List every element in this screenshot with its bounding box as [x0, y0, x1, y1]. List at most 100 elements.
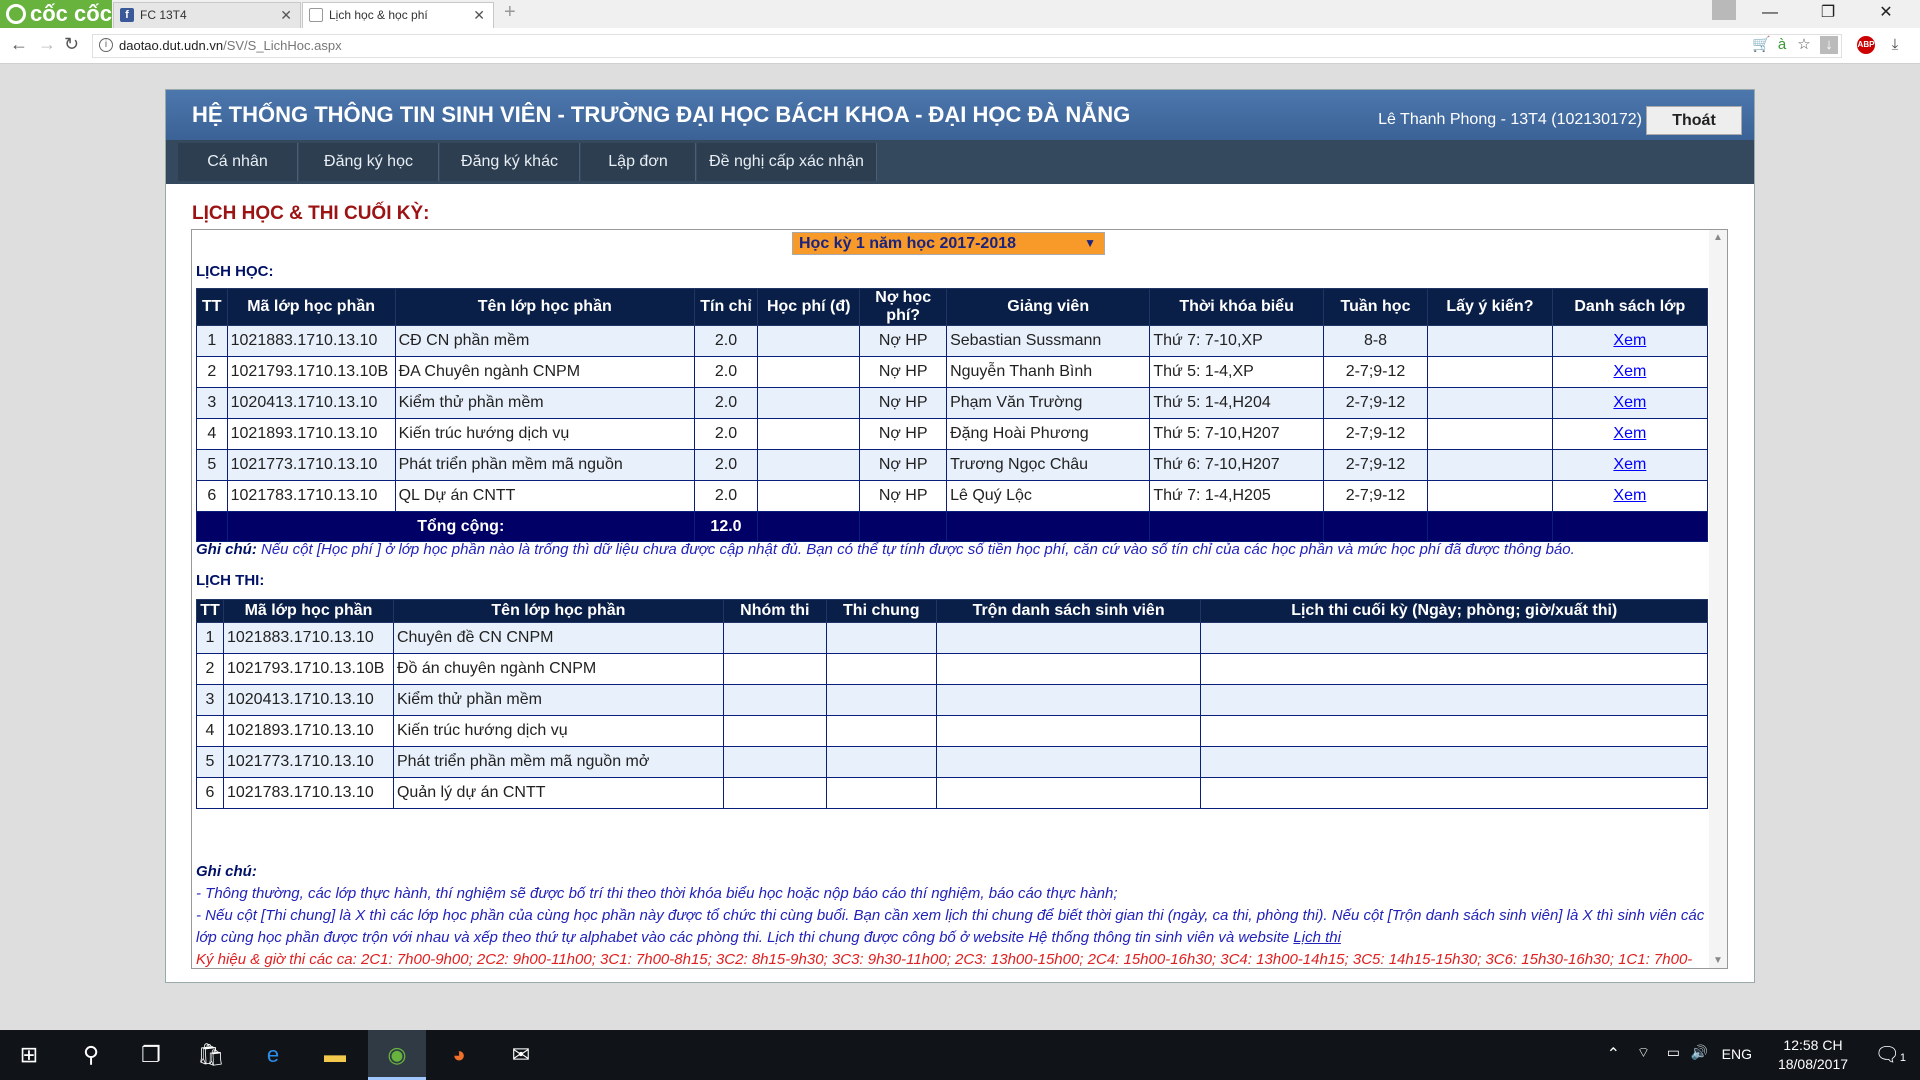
exam-table: TT Mã lớp học phần Tên lớp học phần Nhóm th… — [196, 599, 1708, 809]
logout-button[interactable]: Thoát — [1646, 106, 1742, 135]
semester-value: Học kỳ 1 năm học 2017-2018 — [799, 235, 1017, 252]
cell-merge — [935, 746, 1202, 778]
adblock-icon[interactable]: ABP — [1857, 36, 1875, 54]
volume-icon[interactable]: 🔊 — [1691, 1044, 1708, 1061]
cell-credits: 2.0 — [693, 325, 759, 357]
exam-schedule-link[interactable]: Lịch thi — [1293, 929, 1341, 946]
search-icon[interactable]: ⚲ — [62, 1030, 120, 1080]
notification-icon[interactable]: 🗨1 — [1874, 1042, 1906, 1067]
maximize-icon[interactable]: ❐ — [1806, 0, 1850, 28]
cell-group — [722, 653, 827, 685]
bookmark-star-icon[interactable]: ☆ — [1795, 36, 1813, 54]
cell-debt: Nợ HP — [859, 387, 948, 419]
cell-name: Phát triển phần mềm mã nguồn — [394, 449, 695, 481]
menu-lap-don[interactable]: Lập đơn — [581, 143, 696, 181]
back-icon[interactable]: ← — [10, 34, 28, 55]
cell-common — [825, 777, 937, 809]
cell-common — [825, 684, 937, 716]
close-tab-icon[interactable]: ✕ — [473, 3, 485, 27]
dropdown-arrow-icon: ▼ — [1084, 236, 1096, 250]
note-line-2: - Nếu cột [Thi chung] là X thì các lớp h… — [196, 905, 1711, 949]
coccoc-logo[interactable]: cốc cốc — [0, 0, 112, 28]
view-class-list-link[interactable]: Xem — [1613, 487, 1646, 504]
total-empty — [859, 511, 948, 542]
menu-dang-ky-hoc[interactable]: Đăng ký học — [299, 143, 439, 181]
close-window-icon[interactable]: ✕ — [1864, 0, 1908, 28]
coccoc-taskbar-icon[interactable]: ◉ — [368, 1030, 426, 1080]
task-view-icon[interactable]: ❐ — [122, 1030, 180, 1080]
store-icon[interactable]: 🛍 — [182, 1030, 240, 1080]
site-title: HỆ THỐNG THÔNG TIN SINH VIÊN - TRƯỜNG ĐẠ… — [192, 102, 1131, 127]
cell-feedback — [1427, 449, 1553, 481]
coc-coc-dictionary-icon[interactable]: à — [1773, 36, 1791, 54]
cell-weeks: 2-7;9-12 — [1322, 449, 1429, 481]
cell-list: Xem — [1551, 418, 1709, 450]
semester-select[interactable]: Học kỳ 1 năm học 2017-2018 ▼ — [792, 232, 1105, 255]
view-class-list-link[interactable]: Xem — [1613, 425, 1646, 442]
view-class-list-link[interactable]: Xem — [1613, 332, 1646, 349]
show-hidden-icons-icon[interactable]: ⌃ — [1607, 1044, 1620, 1064]
file-explorer-icon[interactable]: ▬ — [306, 1030, 364, 1080]
clock-date: 18/08/2017 — [1777, 1056, 1849, 1072]
reload-icon[interactable]: ↻ — [64, 34, 79, 55]
menu-ca-nhan[interactable]: Cá nhân — [178, 143, 298, 181]
cell-group — [722, 684, 827, 716]
clock[interactable]: 12:58 CH 18/08/2017 — [1768, 1036, 1858, 1074]
table-row: 1 1021883.1710.13.10 Chuyên đề CN CNPM — [196, 622, 1708, 654]
address-bar[interactable]: i daotao.dut.udn.vn/SV/S_LichHoc.aspx — [92, 34, 1842, 58]
note-line-2-text: - Nếu cột [Thi chung] là X thì các lớp h… — [196, 907, 1705, 946]
cell-name: Quản lý dự án CNTT — [392, 777, 724, 809]
cell-name: Đồ án chuyên ngành CNPM — [392, 653, 724, 685]
cell-name: Kiến trúc hướng dịch vụ — [392, 715, 724, 747]
cell-lecturer: Lê Quý Lộc — [946, 480, 1151, 512]
minimize-icon[interactable]: — — [1748, 0, 1792, 28]
cell-schedule — [1200, 715, 1708, 747]
forward-icon[interactable]: → — [38, 34, 56, 55]
new-tab-button[interactable]: + — [504, 1, 516, 24]
start-icon[interactable]: ⊞ — [0, 1030, 58, 1080]
cell-tt: 5 — [196, 746, 224, 778]
language-indicator[interactable]: ENG — [1722, 1046, 1752, 1062]
scrollbar[interactable]: ▲ ▼ — [1709, 230, 1727, 968]
cell-code: 1021793.1710.13.10B — [222, 653, 394, 685]
tab-fc13t4[interactable]: f FC 13T4 ✕ — [113, 2, 301, 28]
shopping-cart-icon[interactable]: 🛒 — [1752, 36, 1771, 54]
schedule-header-cell: Học phí (đ) — [757, 288, 861, 326]
clock-time: 12:58 CH — [1783, 1037, 1843, 1053]
cell-schedule — [1200, 746, 1708, 778]
close-tab-icon[interactable]: ✕ — [280, 3, 292, 27]
mail-icon[interactable]: ✉ — [492, 1030, 550, 1080]
cell-fee — [757, 449, 861, 481]
total-empty — [757, 511, 861, 542]
cell-name: ĐA Chuyên ngành CNPM — [394, 356, 695, 388]
cell-merge — [935, 653, 1202, 685]
user-info: Lê Thanh Phong - 13T4 (102130172) — [1378, 111, 1642, 128]
download-icon[interactable]: ↓ — [1820, 36, 1838, 54]
site-info-icon[interactable]: i — [99, 38, 113, 52]
menu-dang-ky-khac[interactable]: Đăng ký khác — [440, 143, 580, 181]
schedule-header-cell: Nợ học phí? — [859, 288, 948, 326]
tab-lich-hoc[interactable]: Lịch học & học phí ✕ — [302, 2, 494, 28]
menu-de-nghi-cap-xac-nhan[interactable]: Đề nghị cấp xác nhận — [697, 143, 877, 181]
scroll-up-icon[interactable]: ▲ — [1713, 232, 1723, 243]
view-class-list-link[interactable]: Xem — [1613, 456, 1646, 473]
cell-tt: 1 — [196, 325, 228, 357]
cell-lecturer: Đặng Hoài Phương — [946, 418, 1151, 450]
content-frame: ▲ ▼ Học kỳ 1 năm học 2017-2018 ▼ LỊCH HỌC:… — [191, 229, 1728, 969]
profile-icon[interactable] — [1712, 0, 1736, 20]
view-class-list-link[interactable]: Xem — [1613, 363, 1646, 380]
edge-icon[interactable]: e — [244, 1030, 302, 1080]
cell-schedule — [1200, 684, 1708, 716]
scroll-down-icon[interactable]: ▼ — [1713, 955, 1723, 966]
cell-schedule — [1200, 622, 1708, 654]
firefox-icon[interactable]: ◕ — [430, 1030, 488, 1080]
page-container: HỆ THỐNG THÔNG TIN SINH VIÊN - TRƯỜNG ĐẠ… — [165, 89, 1755, 983]
download-arrow-icon[interactable]: ⤓ — [1886, 36, 1904, 54]
total-empty — [1551, 511, 1709, 542]
total-empty — [1427, 511, 1553, 542]
cell-name: Phát triển phần mềm mã nguồn mở — [392, 746, 724, 778]
view-class-list-link[interactable]: Xem — [1613, 394, 1646, 411]
battery-icon[interactable]: ▭ — [1667, 1044, 1680, 1061]
cell-name: QL Dự án CNTT — [394, 480, 695, 512]
network-icon[interactable]: ⌔ — [1637, 1044, 1650, 1062]
